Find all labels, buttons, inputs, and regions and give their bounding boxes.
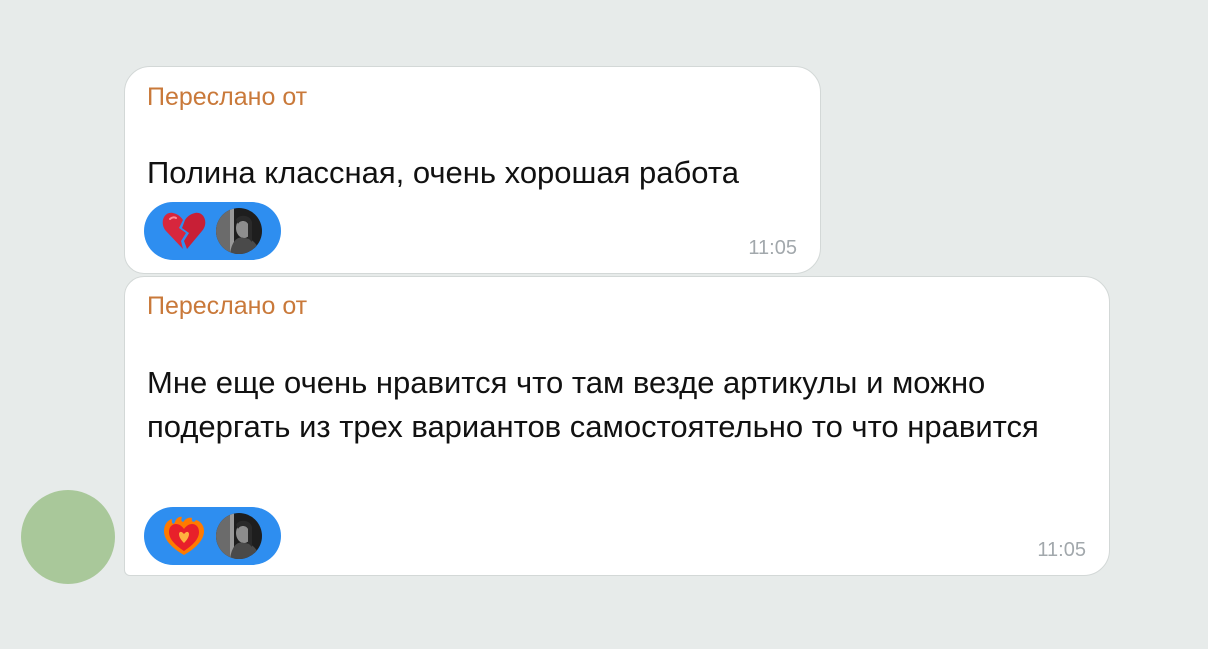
- sender-avatar[interactable]: [21, 490, 115, 584]
- broken-heart-icon: [162, 212, 206, 249]
- message-text: Полина классная, очень хорошая работа: [147, 155, 739, 190]
- reactor-avatar[interactable]: [216, 208, 262, 254]
- message-bubble[interactable]: Переслано от Мне еще очень нравится что …: [124, 276, 1110, 576]
- reactor-avatar[interactable]: [216, 513, 262, 559]
- reaction-pill[interactable]: [144, 507, 281, 565]
- forwarded-from-label[interactable]: Переслано от: [147, 83, 307, 112]
- forwarded-from-label[interactable]: Переслано от: [147, 292, 307, 321]
- message-bubble[interactable]: Переслано от Полина классная, очень хоро…: [124, 66, 821, 274]
- message-time: 11:05: [1037, 539, 1086, 561]
- heart-on-fire-icon: [164, 516, 204, 555]
- message-text: Мне еще очень нравится что там везде арт…: [147, 365, 1039, 444]
- reaction-pill[interactable]: [144, 202, 281, 260]
- message-time: 11:05: [748, 237, 797, 259]
